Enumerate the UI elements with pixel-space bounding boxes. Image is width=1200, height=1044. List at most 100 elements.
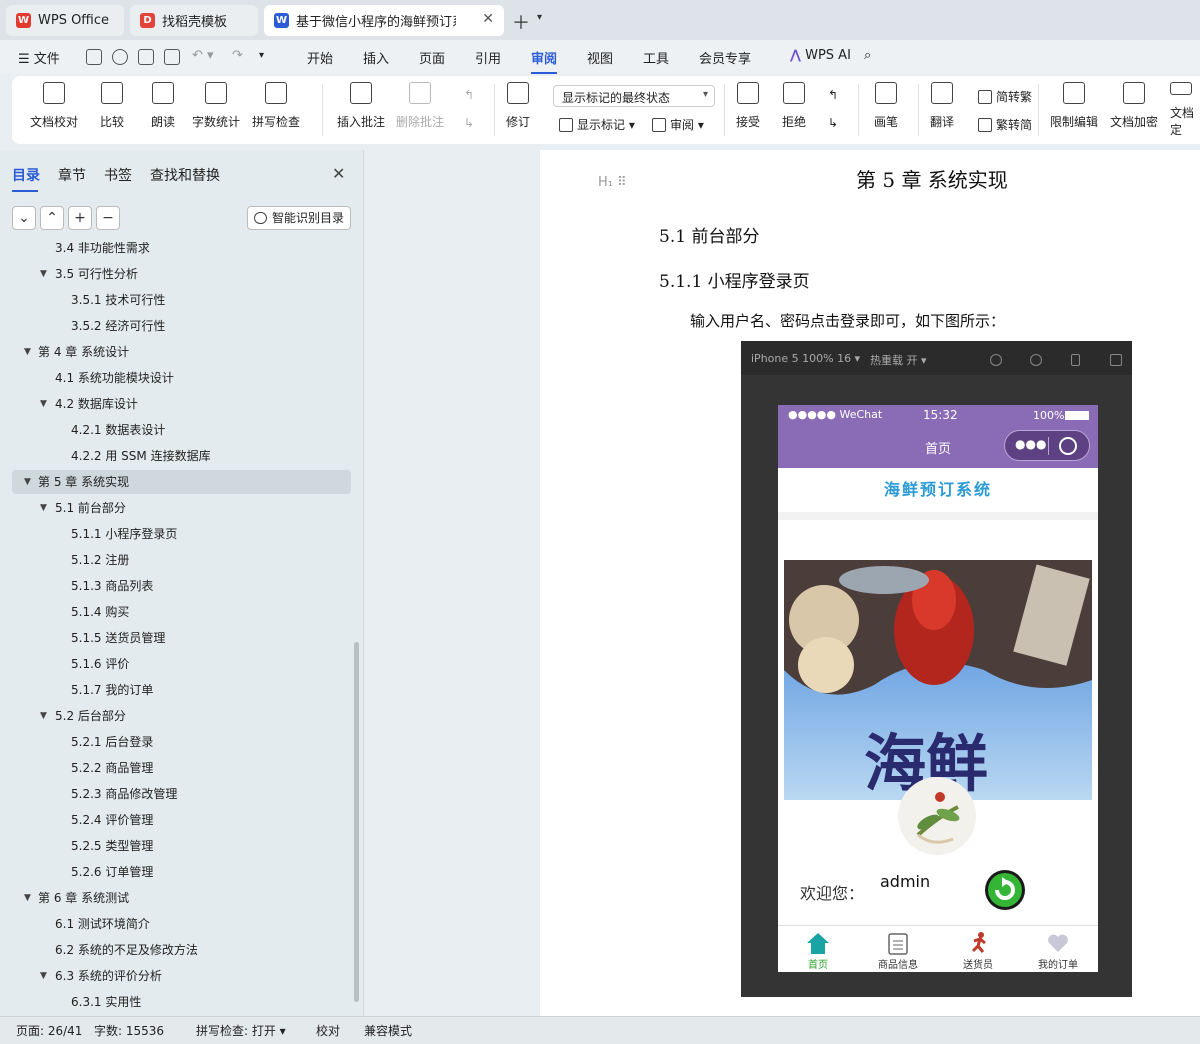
print-icon[interactable] (138, 49, 154, 65)
reject-button[interactable]: 拒绝 (782, 82, 806, 138)
undo-icon[interactable]: ↶ ▾ (192, 48, 214, 63)
prev-comment-icon[interactable]: ↰ (464, 88, 474, 102)
toc-item[interactable]: 5.2.5 类型管理 (0, 834, 350, 858)
menu-file[interactable]: ☰ 文件 (18, 48, 60, 67)
wps-ai-button[interactable]: ⋀ WPS AI (790, 48, 851, 63)
menu-member[interactable]: 会员专享 (699, 48, 751, 67)
to-traditional-button[interactable]: 简转繁 (978, 88, 1032, 105)
chevron-down-icon[interactable]: ▾ (537, 12, 542, 23)
toc-item[interactable]: ▼ 第 4 章 系统设计 (0, 340, 350, 364)
new-tab-icon[interactable]: ＋ (512, 9, 530, 35)
expand-arrow-icon[interactable]: ▼ (24, 340, 31, 364)
menu-insert[interactable]: 插入 (363, 48, 389, 67)
menu-tools[interactable]: 工具 (643, 48, 669, 67)
save-icon[interactable] (86, 49, 102, 65)
tab-wps-office[interactable]: W WPS Office (6, 5, 124, 36)
scrollbar[interactable] (354, 642, 359, 1002)
pen-button[interactable]: 画笔 (874, 82, 898, 138)
toc-item[interactable]: 5.2.6 订单管理 (0, 860, 350, 884)
proof-button[interactable]: 校对 (316, 1022, 340, 1039)
menu-review[interactable]: 审阅 (531, 48, 558, 74)
expand-arrow-icon[interactable]: ▼ (24, 470, 31, 494)
close-icon[interactable]: ✕ (332, 164, 345, 183)
doc-check-button[interactable]: 文档校对 (30, 82, 78, 138)
page-indicator[interactable]: 页面: 26/41 (16, 1022, 82, 1039)
toc-item[interactable]: 5.1.5 送货员管理 (0, 626, 350, 650)
toc-item[interactable]: 3.4 非功能性需求 (0, 242, 350, 260)
expand-arrow-icon[interactable]: ▼ (40, 496, 47, 520)
encrypt-button[interactable]: 文档加密 (1110, 82, 1158, 138)
smart-toc-button[interactable]: 智能识别目录 (247, 206, 351, 230)
restrict-edit-button[interactable]: 限制编辑 (1050, 82, 1098, 138)
expand-arrow-icon[interactable]: ▼ (40, 964, 47, 988)
word-count-button[interactable]: 字数统计 (192, 82, 240, 138)
toc-item[interactable]: 5.2.3 商品修改管理 (0, 782, 350, 806)
tab-chapter[interactable]: 章节 (58, 165, 86, 185)
share-icon[interactable] (112, 49, 128, 65)
remove-level-button[interactable]: − (96, 206, 120, 230)
toc-item[interactable]: 4.1 系统功能模块设计 (0, 366, 350, 390)
close-icon[interactable]: ✕ (482, 11, 494, 27)
insert-comment-button[interactable]: 插入批注 (337, 82, 385, 138)
tab-find-replace[interactable]: 查找和替换 (150, 165, 220, 185)
tab-document[interactable]: W 基于微信小程序的海鲜预订系统 ✕ (264, 5, 504, 36)
revise-button[interactable]: 修订 (506, 82, 530, 138)
compare-button[interactable]: 比较 (100, 82, 124, 138)
toc-item[interactable]: 4.2.1 数据表设计 (0, 418, 350, 442)
chevron-down-icon[interactable]: ▾ (259, 50, 264, 61)
expand-arrow-icon[interactable]: ▼ (40, 392, 47, 416)
tab-template[interactable]: D 找稻壳模板 (130, 5, 258, 36)
tab-toc[interactable]: 目录 (12, 165, 40, 192)
toc-item[interactable]: 5.1.4 购买 (0, 600, 350, 624)
to-simplified-button[interactable]: 繁转简 (978, 116, 1032, 133)
expand-arrow-icon[interactable]: ▼ (40, 262, 47, 286)
menu-page[interactable]: 页面 (419, 48, 445, 67)
toc-item[interactable]: ▼ 4.2 数据库设计 (0, 392, 350, 416)
menu-view[interactable]: 视图 (587, 48, 613, 67)
toc-item[interactable]: ▼ 5.2 后台部分 (0, 704, 350, 728)
menu-start[interactable]: 开始 (307, 48, 333, 67)
toc-item[interactable]: 4.2.2 用 SSM 连接数据库 (0, 444, 350, 468)
review-pane-button[interactable]: 审阅 ▾ (652, 116, 704, 133)
toc-item[interactable]: 5.2.4 评价管理 (0, 808, 350, 832)
doc-final-button[interactable]: 文档定 (1170, 82, 1200, 138)
toc-item[interactable]: 5.1.2 注册 (0, 548, 350, 572)
toc-item[interactable]: 3.5.2 经济可行性 (0, 314, 350, 338)
accept-button[interactable]: 接受 (736, 82, 760, 138)
toc-item[interactable]: ▼ 第 6 章 系统测试 (0, 886, 350, 910)
prev-change-icon[interactable]: ↰ (828, 88, 838, 102)
translate-button[interactable]: 翻译 (930, 82, 954, 138)
menu-reference[interactable]: 引用 (475, 48, 501, 67)
redo-icon[interactable]: ↷ (232, 48, 243, 63)
toc-item[interactable]: ▼ 6.3 系统的评价分析 (0, 964, 350, 988)
toc-item[interactable]: 6.3.1 实用性 (0, 990, 350, 1014)
toc-item[interactable]: 5.1.6 评价 (0, 652, 350, 676)
show-markup-button[interactable]: 显示标记 ▾ (559, 116, 635, 133)
toc-item[interactable]: ▼ 第 5 章 系统实现 (12, 470, 351, 494)
expand-arrow-icon[interactable]: ▼ (40, 704, 47, 728)
read-aloud-button[interactable]: 朗读 (151, 82, 175, 138)
expand-arrow-icon[interactable]: ▼ (24, 886, 31, 910)
word-count[interactable]: 字数: 15536 (94, 1022, 164, 1039)
toc-item[interactable]: 5.2.2 商品管理 (0, 756, 350, 780)
heading-drag-handle[interactable]: H₁ ⠿ (598, 175, 627, 190)
toc-item[interactable]: 5.1.3 商品列表 (0, 574, 350, 598)
delete-comment-button[interactable]: 删除批注 (396, 82, 444, 138)
spell-check-status[interactable]: 拼写检查: 打开 ▾ (196, 1022, 286, 1039)
next-change-icon[interactable]: ↳ (828, 116, 838, 130)
print-preview-icon[interactable] (164, 49, 180, 65)
markup-state-select[interactable]: 显示标记的最终状态 ▾ (553, 85, 715, 107)
add-level-button[interactable]: + (68, 206, 92, 230)
next-comment-icon[interactable]: ↳ (464, 116, 474, 130)
toc-item[interactable]: 3.5.1 技术可行性 (0, 288, 350, 312)
toc-item[interactable]: 5.1.1 小程序登录页 (0, 522, 350, 546)
collapse-down-button[interactable]: ⌄ (12, 206, 36, 230)
spell-check-button[interactable]: 拼写检查 (252, 82, 300, 138)
toc-item[interactable]: ▼ 3.5 可行性分析 (0, 262, 350, 286)
collapse-up-button[interactable]: ⌃ (40, 206, 64, 230)
tab-bookmark[interactable]: 书签 (104, 165, 132, 185)
toc-item[interactable]: 6.1 测试环境简介 (0, 912, 350, 936)
toc-item[interactable]: 5.1.7 我的订单 (0, 678, 350, 702)
search-icon[interactable]: ⌕ (864, 48, 871, 63)
toc-item[interactable]: 5.2.1 后台登录 (0, 730, 350, 754)
